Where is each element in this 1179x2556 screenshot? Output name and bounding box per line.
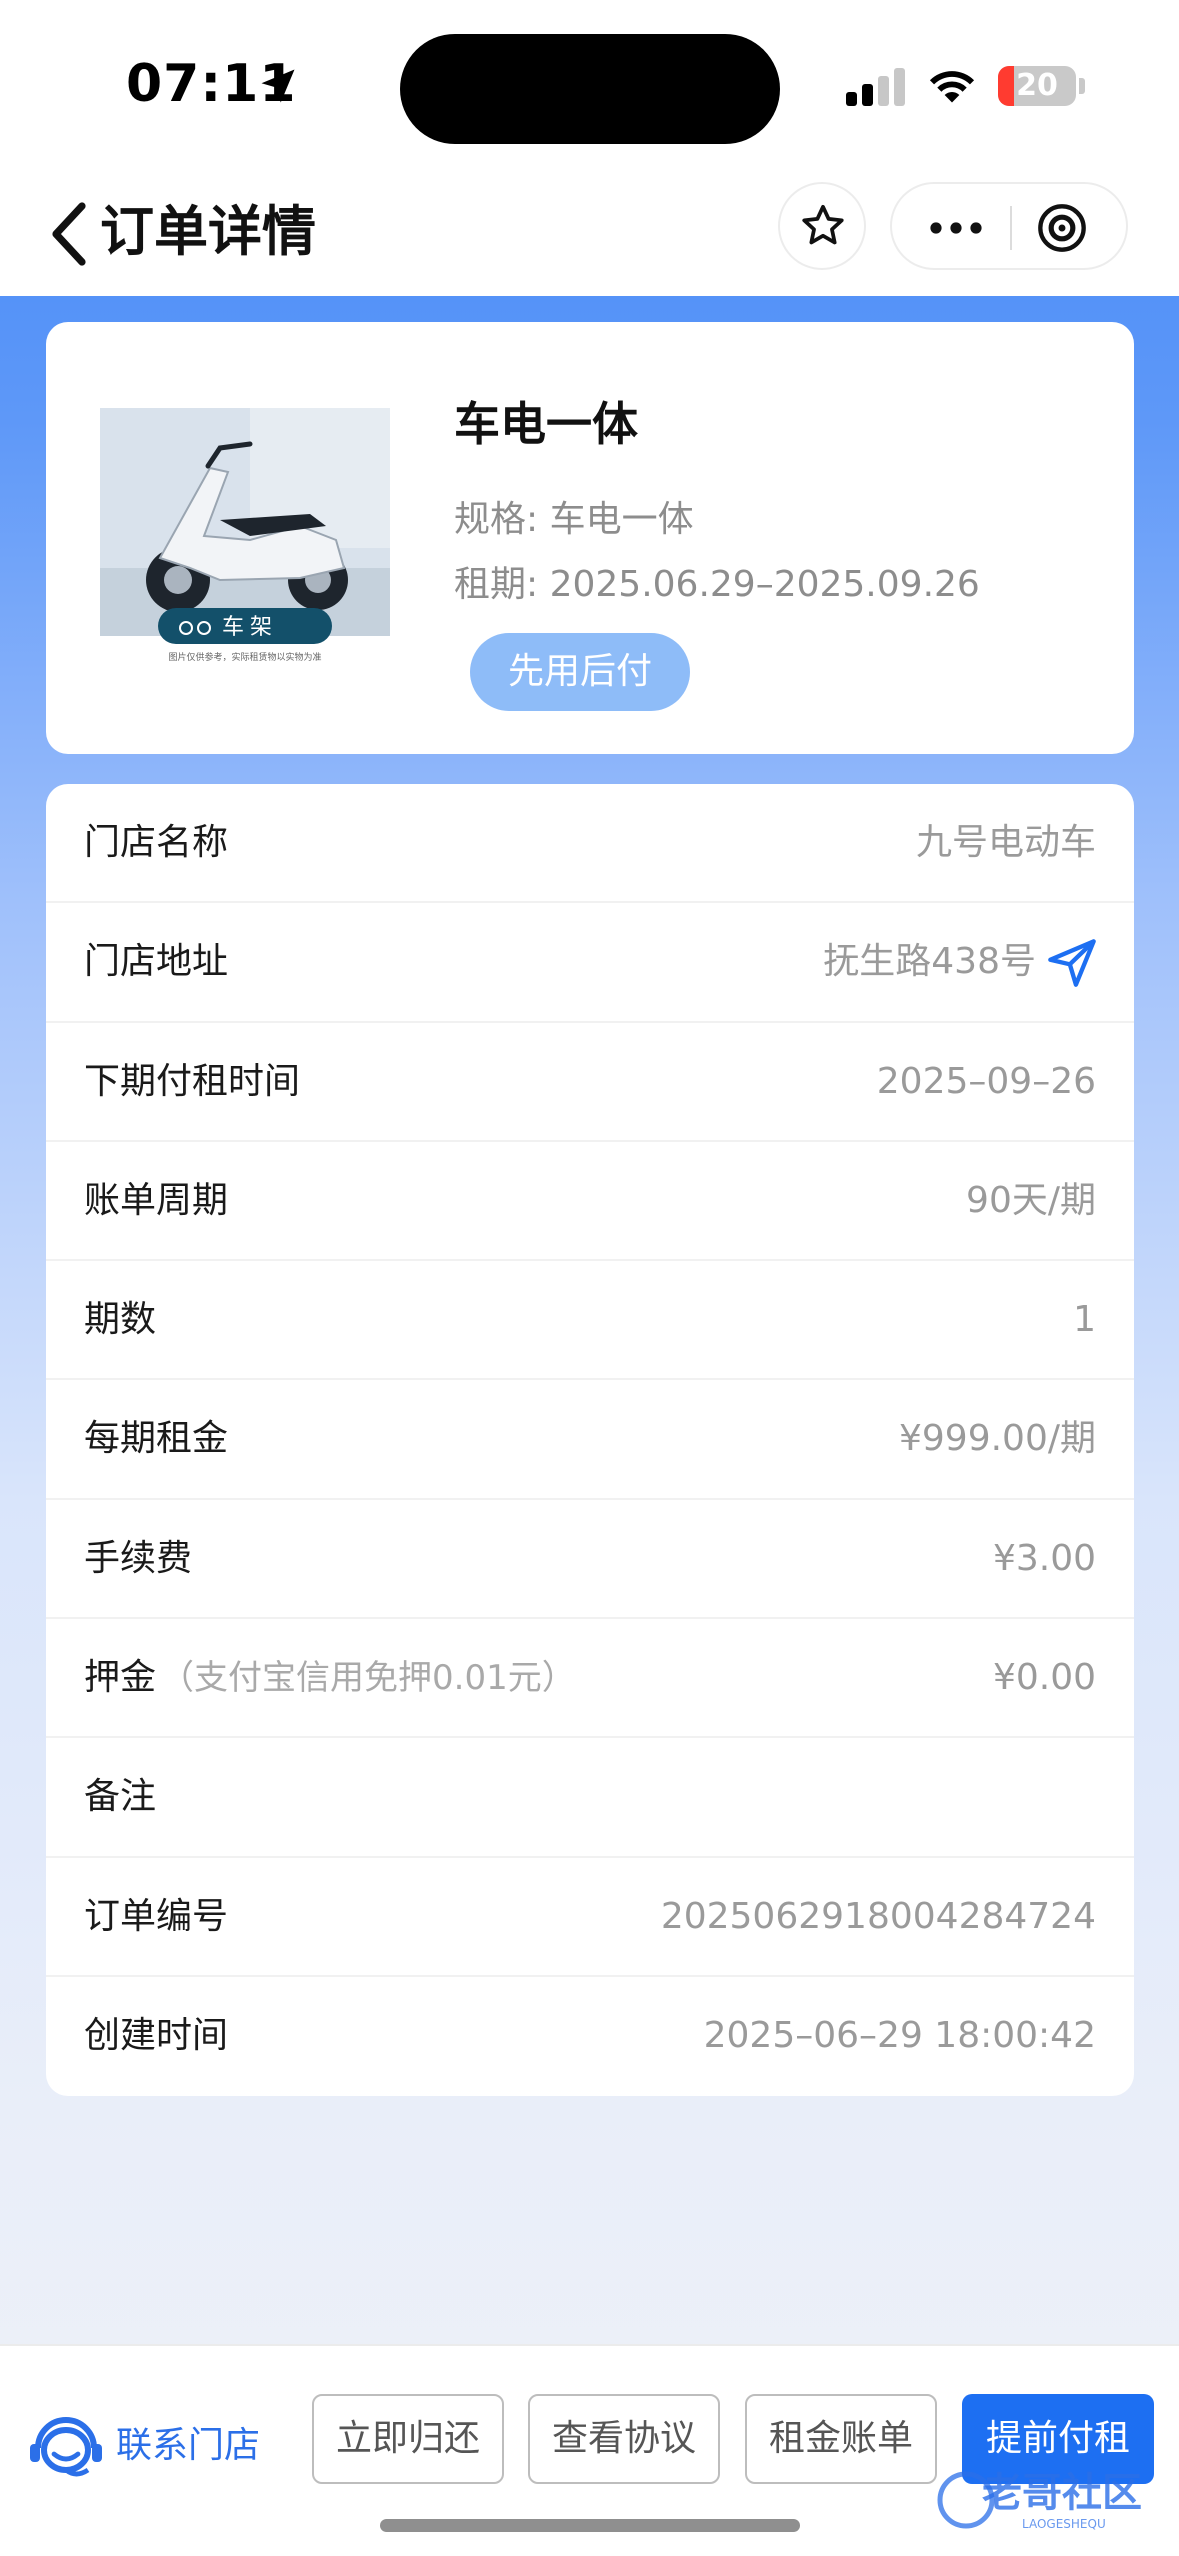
location-arrow-icon (261, 69, 295, 103)
scooter-product-image: 车架 图片仅供参考，实际租赁物以实物为准 (100, 408, 390, 663)
status-bar: 07:11 20 (0, 0, 1179, 170)
detail-label: 下期付租时间 (84, 1060, 301, 1102)
detail-row-order-number: 订单编号 2025062918004284724 (46, 1858, 1134, 1977)
detail-label: 门店名称 (84, 822, 229, 863)
detail-label: 每期租金 (84, 1418, 229, 1460)
product-image-caption: 图片仅供参考，实际租赁物以实物为准 (168, 651, 321, 663)
battery-icon: 20 (998, 66, 1076, 106)
detail-value: 2025–06–29 18:00:42 (703, 2014, 1096, 2056)
detail-value: ¥0.00 (992, 1657, 1096, 1699)
product-spec: 规格: 车电一体 (454, 499, 694, 540)
detail-label: 订单编号 (84, 1895, 229, 1937)
detail-value: ¥999.00/期 (899, 1418, 1096, 1460)
order-details-card: 门店名称 九号电动车 门店地址 抚生路438号 下期付租时间 2025–09–2… (46, 784, 1134, 2096)
detail-label: 手续费 (84, 1537, 193, 1579)
detail-row-created-time: 创建时间 2025–06–29 18:00:42 (46, 1977, 1134, 2096)
detail-value: ¥3.00 (992, 1537, 1096, 1579)
detail-value: 90天/期 (966, 1179, 1096, 1221)
product-image-label: 车架 (222, 615, 278, 640)
navigation-arrow-icon[interactable] (1046, 937, 1098, 989)
capsule-divider (1010, 206, 1012, 250)
detail-row-store-address[interactable]: 门店地址 抚生路438号 (46, 903, 1134, 1023)
detail-value: 2025–09–26 (876, 1060, 1096, 1102)
contact-store-label: 联系门店 (116, 2425, 261, 2466)
detail-row-billing-cycle: 账单周期 90天/期 (46, 1142, 1134, 1262)
back-chevron-icon[interactable] (46, 200, 90, 268)
laoge-community-watermark: 老哥社区 LAOGESHEQU (937, 2470, 1142, 2531)
home-indicator[interactable] (380, 2519, 800, 2532)
detail-row-store-name: 门店名称 九号电动车 (46, 784, 1134, 904)
detail-row-service-fee: 手续费 ¥3.00 (46, 1500, 1134, 1620)
detail-label: 期数 (84, 1299, 157, 1341)
favorite-button[interactable] (778, 182, 866, 270)
close-circle-icon[interactable] (1036, 202, 1088, 254)
product-rental-term: 租期: 2025.06.29–2025.09.26 (454, 564, 980, 605)
star-icon (802, 204, 844, 245)
battery-level: 20 (1016, 68, 1058, 103)
detail-label: 账单周期 (84, 1179, 229, 1221)
detail-row-periods: 期数 1 (46, 1261, 1134, 1381)
dynamic-island (400, 34, 780, 144)
rent-bill-button[interactable]: 租金账单 (745, 2394, 937, 2484)
detail-label: 备注 (84, 1776, 157, 1818)
detail-value: 抚生路438号 (823, 941, 1036, 983)
headset-icon (30, 2417, 102, 2477)
detail-label: 门店地址 (84, 941, 229, 983)
detail-value: 2025062918004284724 (660, 1895, 1096, 1937)
mini-program-capsule (890, 182, 1128, 270)
pay-later-badge: 先用后付 (470, 633, 690, 711)
watermark-subtext: LAOGESHEQU (1022, 2517, 1106, 2531)
page-title: 订单详情 (100, 200, 316, 263)
battery-nub (1079, 78, 1085, 94)
detail-row-next-payment: 下期付租时间 2025–09–26 (46, 1023, 1134, 1142)
detail-row-rent-per-period: 每期租金 ¥999.00/期 (46, 1380, 1134, 1500)
cellular-signal-icon (846, 66, 906, 106)
deposit-note: （支付宝信用免押0.01元） (160, 1658, 576, 1699)
detail-value: 1 (1073, 1299, 1096, 1341)
detail-value: 九号电动车 (915, 822, 1096, 863)
nav-bar: 订单详情 (0, 170, 1179, 296)
more-dots-icon[interactable] (924, 208, 988, 248)
product-name: 车电一体 (454, 397, 638, 451)
detail-row-remarks: 备注 (46, 1738, 1134, 1858)
view-agreement-button[interactable]: 查看协议 (528, 2394, 720, 2484)
wifi-icon (929, 71, 975, 103)
deposit-label: 押金 (84, 1657, 157, 1699)
watermark-text: 老哥社区 (982, 2470, 1142, 2516)
product-card: 车架 图片仅供参考，实际租赁物以实物为准 车电一体 规格: 车电一体 租期: 2… (46, 322, 1134, 754)
return-now-button[interactable]: 立即归还 (312, 2394, 504, 2484)
detail-row-deposit: 押金 （支付宝信用免押0.01元） ¥0.00 (46, 1619, 1134, 1739)
detail-label: 押金 （支付宝信用免押0.01元） (84, 1619, 576, 1737)
detail-label: 创建时间 (84, 2014, 229, 2056)
